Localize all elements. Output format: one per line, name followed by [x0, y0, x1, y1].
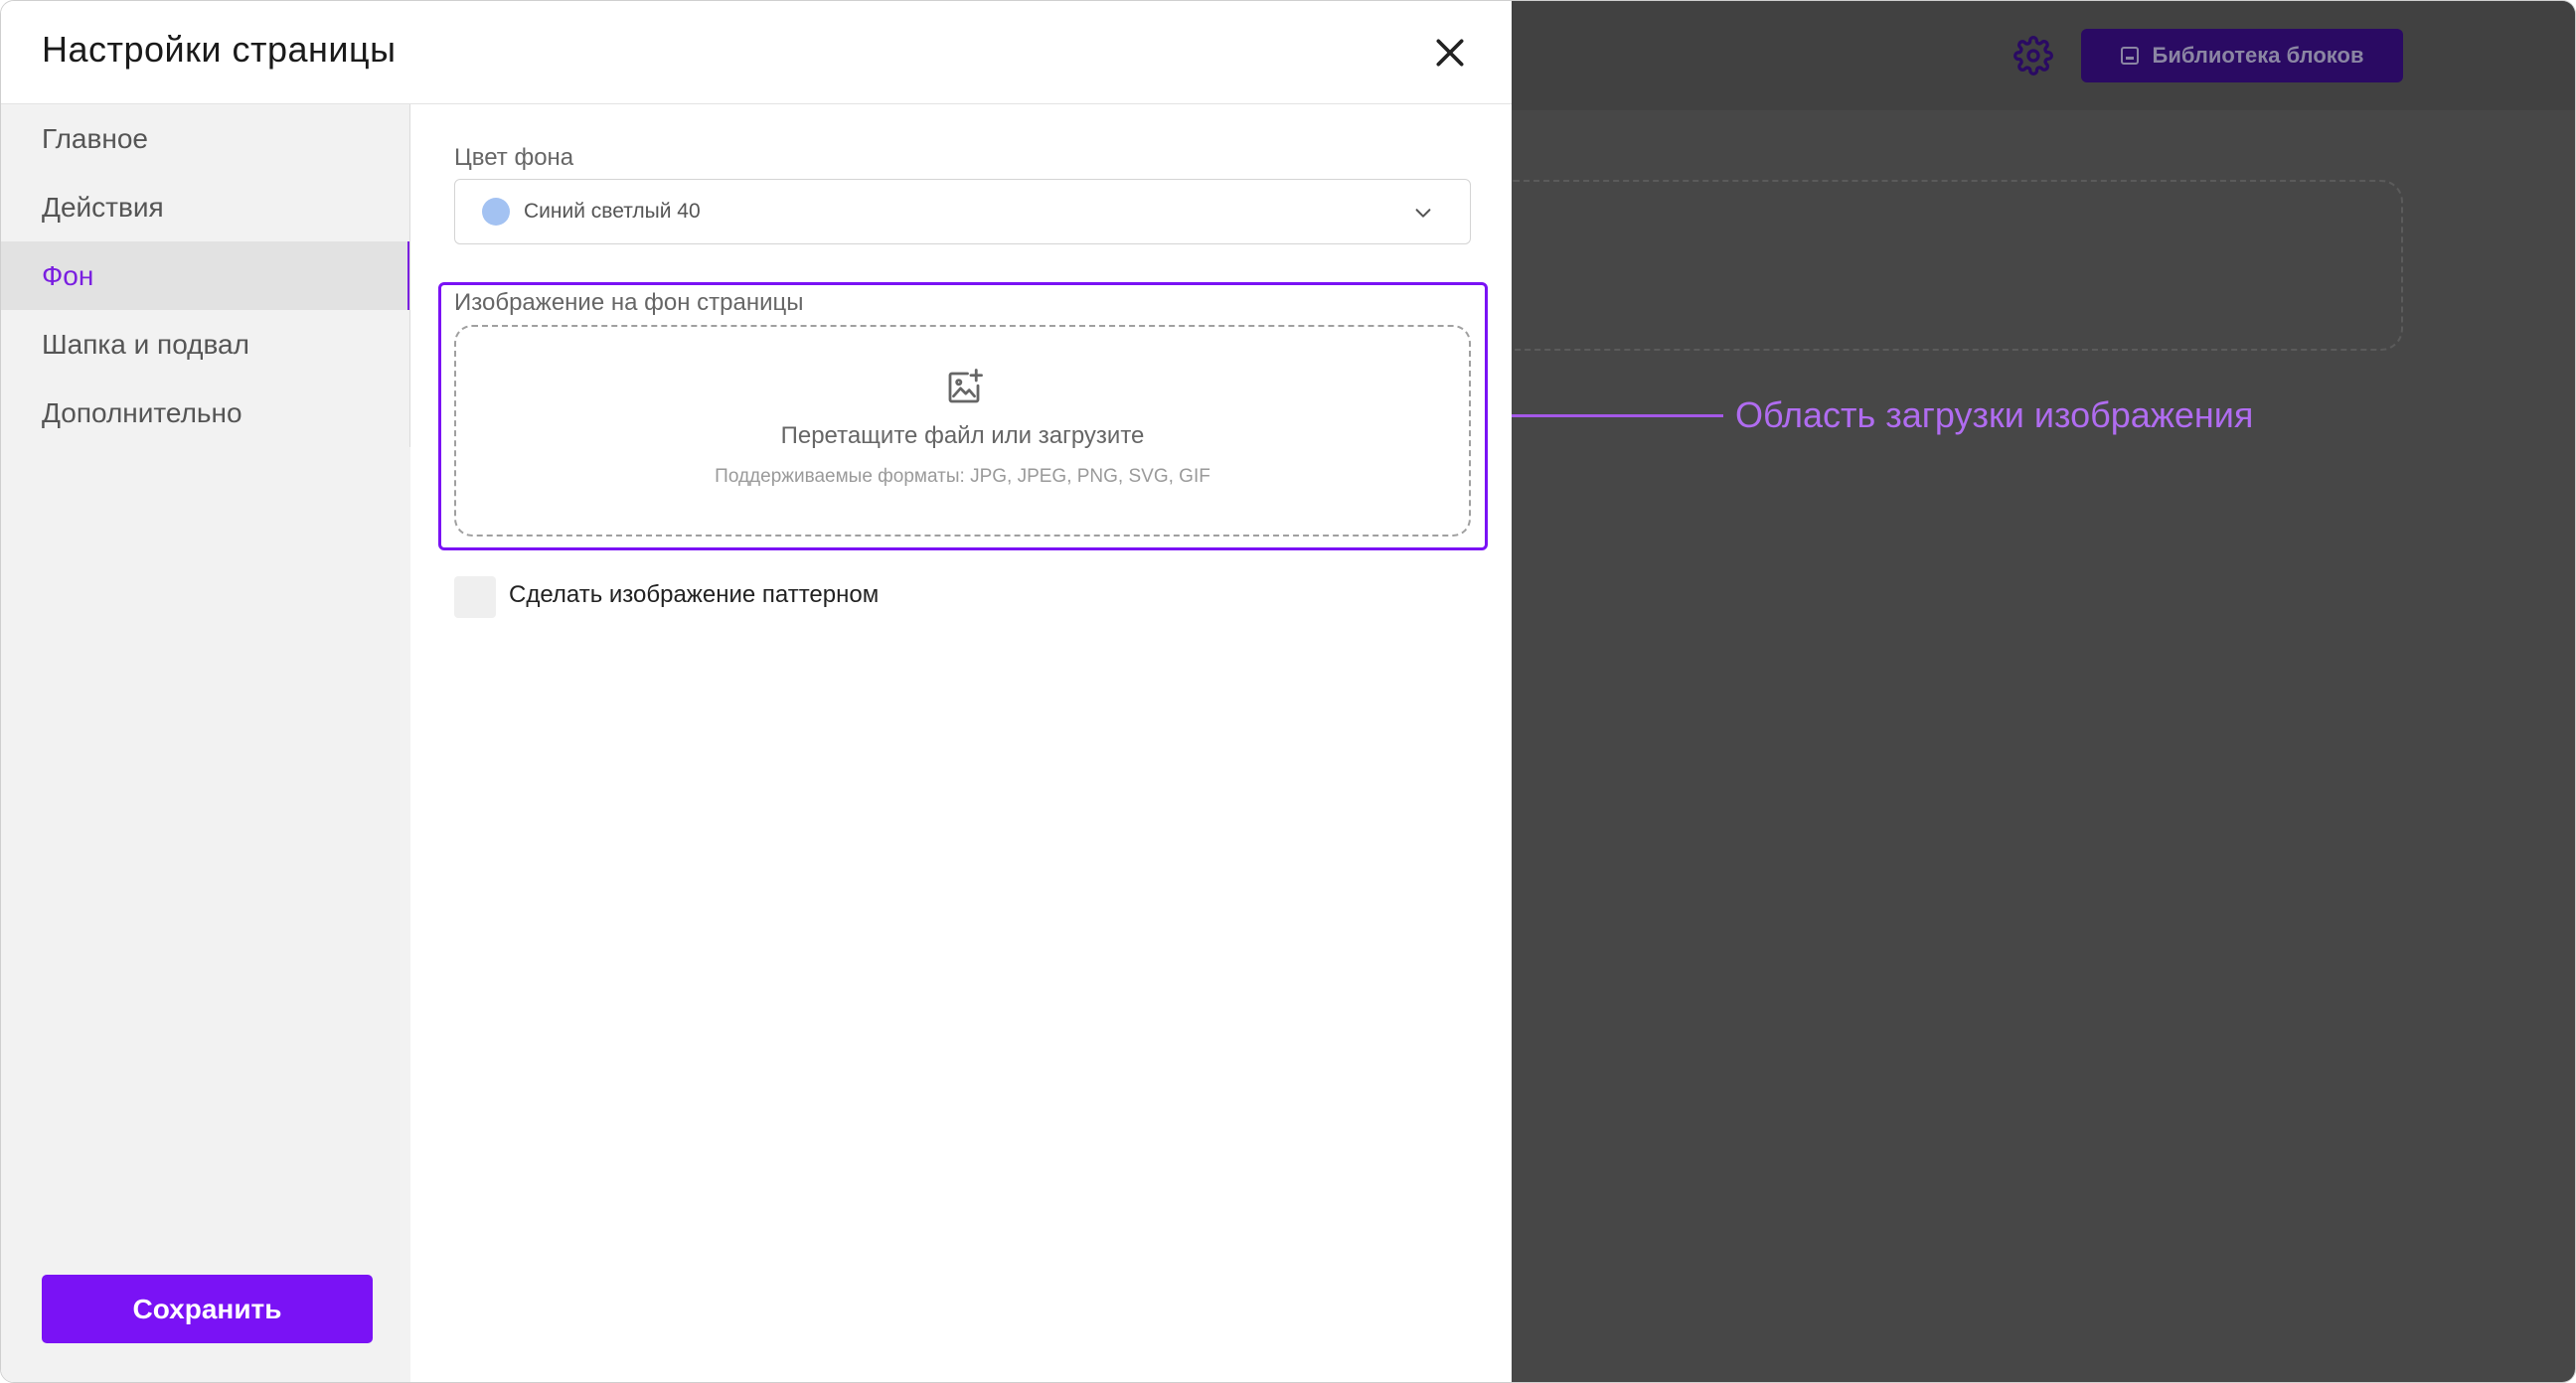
bg-image-label: Изображение на фон страницы	[454, 289, 804, 316]
sidebar-item-background[interactable]: Фон	[1, 241, 410, 310]
settings-sidebar: Главное Действия Фон Шапка и подвал Допо…	[1, 104, 410, 1382]
save-button[interactable]: Сохранить	[42, 1275, 373, 1343]
dropzone-formats: Поддерживаемые форматы: JPG, JPEG, PNG, …	[715, 466, 1210, 487]
editor-topbar: Библиотека блоков	[1512, 1, 2575, 110]
sidebar-item-label: Фон	[42, 259, 94, 291]
bg-color-label: Цвет фона	[454, 144, 574, 171]
gear-icon[interactable]	[2013, 36, 2053, 76]
background-settings-panel: Цвет фона Синий светлый 40 Изображение н…	[411, 104, 1512, 1382]
close-icon[interactable]	[1430, 33, 1470, 73]
color-swatch	[482, 198, 510, 226]
sidebar-item-label: Шапка и подвал	[42, 328, 249, 360]
pattern-checkbox-label: Сделать изображение паттерном	[509, 581, 880, 608]
image-upload-dropzone[interactable]: Перетащите файл или загрузите Поддержива…	[454, 325, 1471, 537]
modal-header: Настройки страницы	[1, 1, 1512, 104]
add-image-icon	[948, 369, 983, 403]
sidebar-item-actions[interactable]: Действия	[1, 173, 410, 241]
block-library-button[interactable]: Библиотека блоков	[2081, 29, 2403, 82]
annotation-connector-line	[1497, 414, 1723, 417]
sidebar-item-label: Действия	[42, 191, 164, 223]
sidebar-item-label: Главное	[42, 122, 148, 154]
sidebar-item-main[interactable]: Главное	[1, 104, 410, 173]
editor-backdrop: Библиотека блоков	[1492, 1, 2575, 1382]
app-frame: Библиотека блоков Область загрузки изобр…	[0, 0, 2576, 1383]
sidebar-item-label: Дополнительно	[42, 396, 242, 428]
chevron-down-icon	[1415, 209, 1431, 218]
modal-title: Настройки страницы	[42, 29, 397, 70]
bg-color-select[interactable]: Синий светлый 40	[454, 179, 1471, 244]
page-settings-modal: Настройки страницы Главное Действия Фон …	[1, 1, 1512, 1382]
dropzone-title: Перетащите файл или загрузите	[780, 422, 1145, 449]
bg-color-value: Синий светлый 40	[524, 200, 701, 223]
annotation-label: Область загрузки изображения	[1735, 394, 2254, 435]
sidebar-item-header-footer[interactable]: Шапка и подвал	[1, 310, 410, 379]
pattern-checkbox[interactable]	[454, 576, 496, 618]
sidebar-divider	[409, 104, 410, 447]
editor-dropzone-placeholder	[1492, 180, 2403, 351]
sidebar-item-advanced[interactable]: Дополнительно	[1, 379, 410, 447]
library-icon	[2120, 47, 2139, 65]
block-library-label: Библиотека блоков	[2152, 43, 2364, 68]
